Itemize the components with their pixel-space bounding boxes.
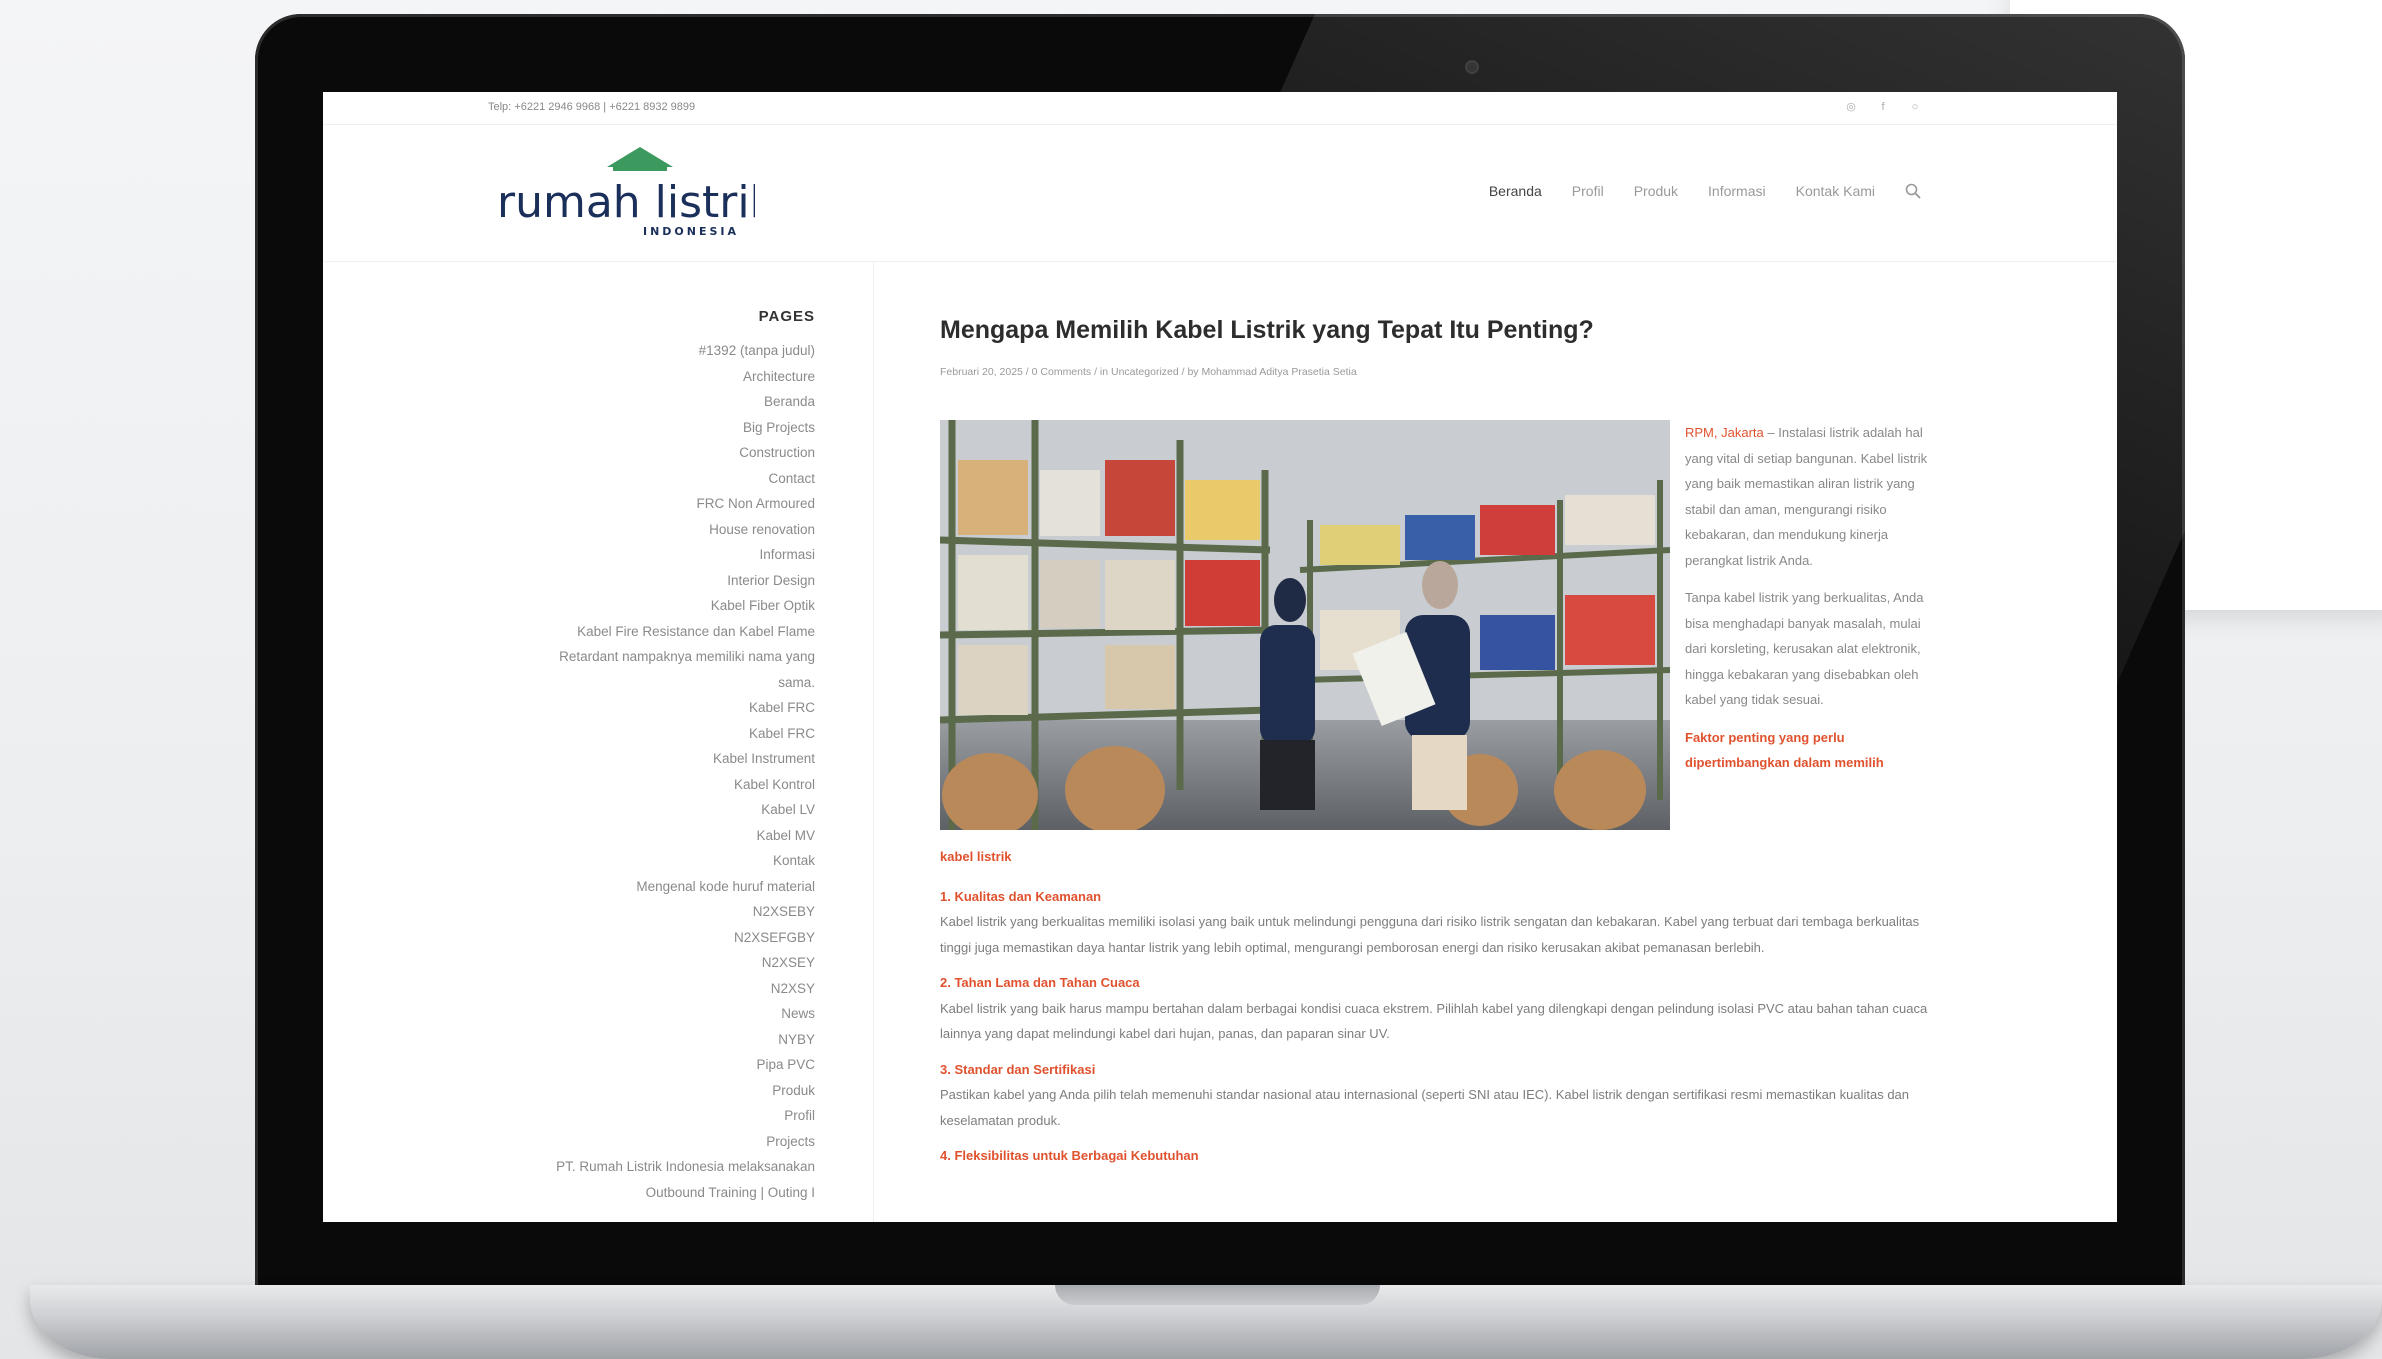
intro-location: RPM, Jakarta [1685,425,1764,440]
whatsapp-icon[interactable]: ○ [1908,100,1922,114]
list-item[interactable]: Kabel Instrument [455,746,815,772]
list-item[interactable]: Kontak [455,848,815,874]
nav-beranda[interactable]: Beranda [1489,183,1542,199]
list-item[interactable]: Mengenal kode huruf material [455,874,815,900]
section-1: 1. Kualitas dan Keamanan Kabel listrik y… [940,884,1930,961]
list-item[interactable]: PT. Rumah Listrik Indonesia melaksanakan [455,1154,815,1180]
list-item[interactable]: Interior Design [455,568,815,594]
list-item[interactable]: House renovation [455,517,815,543]
article-title: Mengapa Memilih Kabel Listrik yang Tepat… [940,316,1594,344]
phone-numbers: Telp: +6221 2946 9968 | +6221 8932 9899 [488,101,696,113]
site-header: rumah listrik INDONESIA Beranda Profil P… [323,125,2117,262]
list-item[interactable]: Architecture [455,364,815,390]
list-item[interactable]: N2XSEFGBY [455,925,815,951]
section-2: 2. Tahan Lama dan Tahan Cuaca Kabel list… [940,970,1930,1047]
article-body: kabel listrik 1. Kualitas dan Keamanan K… [940,844,1930,1179]
list-item[interactable]: Produk [455,1078,815,1104]
section-title: 3. Standar dan Sertifikasi [940,1061,1096,1077]
list-item[interactable]: Kabel MV [455,823,815,849]
list-item[interactable]: Projects [455,1129,815,1155]
brand-country: INDONESIA [643,225,739,238]
webcam [1467,62,1477,72]
list-item[interactable]: N2XSEBY [455,899,815,925]
sidebar-title: PAGES [758,308,815,325]
factors-heading: Faktor penting yang perlu dipertimbangka… [1685,729,1884,771]
list-item[interactable]: Beranda [455,389,815,415]
content-area: PAGES #1392 (tanpa judul) Architecture B… [323,262,2117,1222]
list-item[interactable]: Construction [455,440,815,466]
intro-column: RPM, Jakarta – Instalasi listrik adalah … [1685,420,1935,788]
section-text: Kabel listrik yang berkualitas memiliki … [940,914,1920,955]
section-title: 4. Fleksibilitas untuk Berbagai Kebutuha… [940,1148,1199,1163]
list-item[interactable]: Retardant nampaknya memiliki nama yang [455,644,815,670]
list-item[interactable]: Outbound Training | Outing I [455,1180,815,1206]
browser-screen: Telp: +6221 2946 9968 | +6221 8932 9899 … [323,92,2117,1222]
list-item[interactable]: N2XSEY [455,950,815,976]
brand-name: rumah listrik [497,177,755,228]
list-item[interactable]: sama. [455,670,815,696]
list-item[interactable]: Kabel Fiber Optik [455,593,815,619]
list-item[interactable]: Contact [455,466,815,492]
nav-profil[interactable]: Profil [1572,183,1604,199]
section-4: 4. Fleksibilitas untuk Berbagai Kebutuha… [940,1143,1930,1169]
facebook-icon[interactable]: f [1876,100,1890,114]
laptop-opening-notch [1055,1285,1380,1305]
list-item[interactable]: Kabel FRC [455,721,815,747]
main-nav: Beranda Profil Produk Informasi Kontak K… [1489,183,1921,199]
pages-list: #1392 (tanpa judul) Architecture Beranda… [455,338,815,1205]
list-item[interactable]: Pipa PVC [455,1052,815,1078]
section-3: 3. Standar dan Sertifikasi Pastikan kabe… [940,1057,1930,1134]
list-item[interactable]: FRC Non Armoured [455,491,815,517]
nav-produk[interactable]: Produk [1634,183,1678,199]
rumah-listrik-logo[interactable]: rumah listrik INDONESIA [495,145,755,243]
sidebar: PAGES #1392 (tanpa judul) Architecture B… [323,262,874,1222]
nav-informasi[interactable]: Informasi [1708,183,1766,199]
list-item[interactable]: Profil [455,1103,815,1129]
instagram-icon[interactable]: ◎ [1844,100,1858,114]
top-bar: Telp: +6221 2946 9968 | +6221 8932 9899 … [323,92,2117,125]
article-meta: Februari 20, 2025 / 0 Comments / in Unca… [940,366,1357,378]
section-title: 2. Tahan Lama dan Tahan Cuaca [940,975,1140,990]
social-links: ◎ f ○ [1844,100,1922,114]
warehouse-photo [940,420,1670,830]
list-item[interactable]: News [455,1001,815,1027]
list-item[interactable]: Big Projects [455,415,815,441]
list-item[interactable]: Kabel FRC [455,695,815,721]
list-item[interactable]: N2XSY [455,976,815,1002]
list-item[interactable]: #1392 (tanpa judul) [455,338,815,364]
list-item[interactable]: Kabel LV [455,797,815,823]
roof-icon [607,147,673,167]
intro-paragraph-2: Tanpa kabel listrik yang berkualitas, An… [1685,590,1924,707]
list-item[interactable]: NYBY [455,1027,815,1053]
section-text: Pastikan kabel yang Anda pilih telah mem… [940,1087,1910,1128]
list-item[interactable]: Kabel Fire Resistance dan Kabel Flame [455,619,815,645]
nav-kontak-kami[interactable]: Kontak Kami [1796,183,1875,199]
list-item[interactable]: Kabel Kontrol [455,772,815,798]
intro-paragraph-1: RPM, Jakarta – Instalasi listrik adalah … [1685,425,1928,568]
list-item[interactable]: Informasi [455,542,815,568]
section-text: Kabel listrik yang baik harus mampu bert… [940,1000,1928,1042]
factors-heading-continued: kabel listrik [940,849,1012,864]
search-icon[interactable] [1905,183,1921,199]
section-title: 1. Kualitas dan Keamanan [940,888,1102,904]
